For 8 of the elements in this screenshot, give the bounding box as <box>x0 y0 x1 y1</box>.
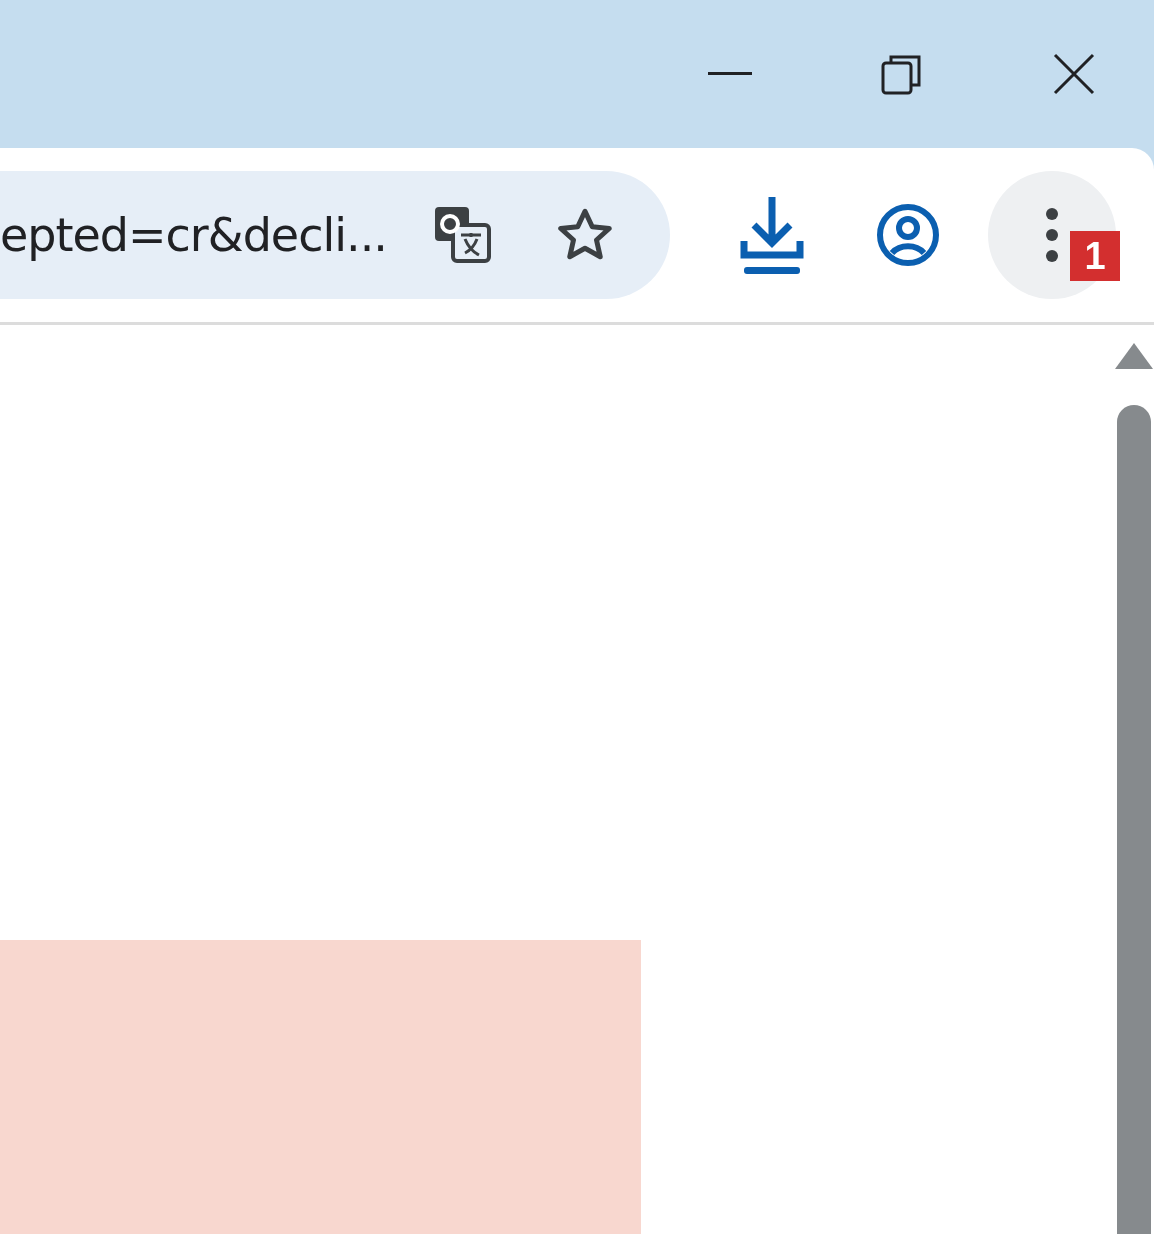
menu-icon <box>1045 207 1059 263</box>
minimize-icon[interactable] <box>708 72 752 76</box>
scroll-up-icon[interactable] <box>1115 343 1153 369</box>
restore-icon[interactable] <box>881 53 923 95</box>
scrollbar-thumb[interactable] <box>1117 405 1151 1234</box>
close-icon[interactable] <box>1053 53 1095 95</box>
notification-badge: 1 <box>1070 231 1120 281</box>
address-bar[interactable]: epted=cr&decli... <box>0 171 670 299</box>
